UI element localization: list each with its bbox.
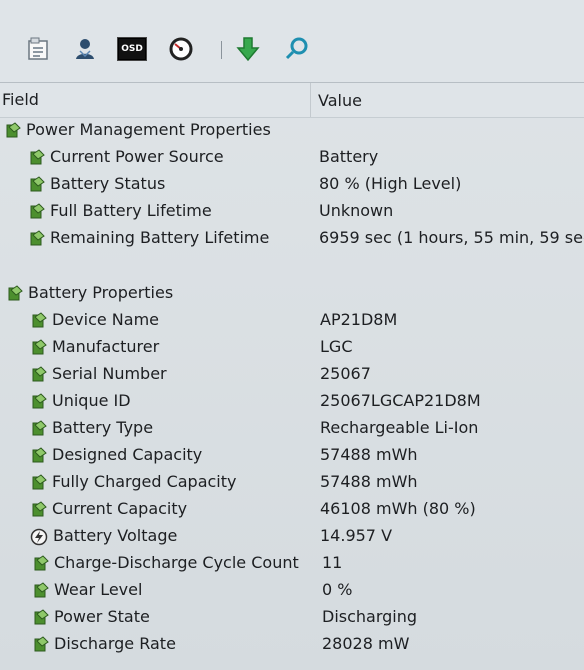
field-value: Unknown	[319, 201, 394, 220]
list-item[interactable]: Serial Number 25067	[0, 361, 584, 388]
group-battery-properties[interactable]: Battery Properties	[0, 280, 584, 307]
field-value: 57488 mWh	[320, 445, 418, 464]
battery-item-icon	[32, 447, 47, 463]
field-label: Manufacturer	[52, 337, 160, 356]
list-item[interactable]: Battery Status 80 % (High Level)	[0, 171, 584, 198]
battery-item-icon	[32, 474, 47, 490]
battery-item-icon	[30, 203, 45, 219]
battery-item-icon	[30, 149, 45, 165]
property-list: Power Management Properties Current Powe…	[0, 117, 584, 670]
list-item[interactable]: Device Name AP21D8M	[0, 307, 584, 334]
battery-item-icon	[32, 312, 47, 328]
field-label: Current Power Source	[50, 147, 224, 166]
field-label: Fully Charged Capacity	[52, 472, 237, 491]
list-header: Field Value	[0, 83, 584, 118]
group-title: Battery Properties	[28, 283, 174, 302]
list-item[interactable]: Power State Discharging	[0, 604, 584, 631]
list-item[interactable]: Manufacturer LGC	[0, 334, 584, 361]
field-label: Battery Type	[52, 418, 154, 437]
value-column-header[interactable]: Value	[318, 91, 362, 110]
field-value: 25067	[320, 364, 371, 383]
field-value: AP21D8M	[320, 310, 398, 329]
field-label: Full Battery Lifetime	[50, 201, 212, 220]
battery-item-icon	[32, 501, 47, 517]
field-label: Unique ID	[52, 391, 131, 410]
field-value: 28028 mW	[322, 634, 410, 653]
battery-item-icon	[32, 339, 47, 355]
field-label: Discharge Rate	[54, 634, 176, 653]
field-label: Battery Voltage	[53, 526, 178, 545]
field-value: Rechargeable Li-Ion	[320, 418, 479, 437]
list-item[interactable]: Charge-Discharge Cycle Count 11	[0, 550, 584, 577]
battery-group-icon	[6, 122, 21, 138]
list-item[interactable]: Remaining Battery Lifetime 6959 sec (1 h…	[0, 225, 584, 252]
field-value: 0 %	[322, 580, 353, 599]
battery-item-icon	[30, 176, 45, 192]
osd-label: OSD	[117, 37, 147, 61]
field-label: Device Name	[52, 310, 160, 329]
list-item[interactable]: Wear Level 0 %	[0, 577, 584, 604]
field-value: 6959 sec (1 hours, 55 min, 59 sec)	[319, 228, 584, 247]
report-icon[interactable]	[23, 34, 53, 64]
voltage-icon	[30, 528, 48, 546]
group-power-management[interactable]: Power Management Properties	[0, 117, 584, 144]
user-icon[interactable]	[70, 34, 100, 64]
field-column-header[interactable]: Field	[2, 90, 39, 109]
battery-info-window: OSD Field Value Power Management Propert…	[0, 0, 584, 670]
list-item[interactable]: Discharge Rate 28028 mW	[0, 631, 584, 658]
battery-group-icon	[8, 285, 23, 301]
field-label: Designed Capacity	[52, 445, 203, 464]
search-icon[interactable]	[282, 34, 312, 64]
list-item[interactable]: Full Battery Lifetime Unknown	[0, 198, 584, 225]
field-label: Remaining Battery Lifetime	[50, 228, 270, 247]
field-label: Battery Status	[50, 174, 166, 193]
field-label: Wear Level	[54, 580, 143, 599]
battery-item-icon	[30, 230, 45, 246]
list-item[interactable]: Designed Capacity 57488 mWh	[0, 442, 584, 469]
list-item[interactable]: Battery Voltage 14.957 V	[0, 523, 584, 550]
field-value: 14.957 V	[320, 526, 393, 545]
group-title: Power Management Properties	[26, 120, 271, 139]
list-item[interactable]: Unique ID 25067LGCAP21D8M	[0, 388, 584, 415]
toolbar: OSD	[0, 0, 584, 83]
list-item[interactable]: Current Power Source Battery	[0, 144, 584, 171]
battery-item-icon	[32, 366, 47, 382]
field-label: Serial Number	[52, 364, 167, 383]
battery-item-icon	[34, 555, 49, 571]
field-value: 25067LGCAP21D8M	[320, 391, 481, 410]
battery-item-icon	[34, 582, 49, 598]
field-value: 46108 mWh (80 %)	[320, 499, 476, 518]
field-value: LGC	[320, 337, 353, 356]
field-value: 80 % (High Level)	[319, 174, 462, 193]
list-item[interactable]: Current Capacity 46108 mWh (80 %)	[0, 496, 584, 523]
list-item[interactable]: Battery Type Rechargeable Li-Ion	[0, 415, 584, 442]
field-label: Charge-Discharge Cycle Count	[54, 553, 299, 572]
list-item[interactable]: Fully Charged Capacity 57488 mWh	[0, 469, 584, 496]
osd-icon[interactable]: OSD	[117, 34, 147, 64]
field-value: Discharging	[322, 607, 418, 626]
toolbar-separator	[221, 41, 222, 59]
field-value: 11	[322, 553, 343, 572]
gauge-icon[interactable]	[166, 34, 196, 64]
battery-item-icon	[32, 420, 47, 436]
field-label: Current Capacity	[52, 499, 188, 518]
field-value: 57488 mWh	[320, 472, 418, 491]
battery-item-icon	[32, 393, 47, 409]
column-divider[interactable]	[310, 83, 311, 117]
field-label: Power State	[54, 607, 150, 626]
battery-item-icon	[34, 609, 49, 625]
field-value: Battery	[319, 147, 379, 166]
battery-item-icon	[34, 636, 49, 652]
download-icon[interactable]	[233, 34, 263, 64]
